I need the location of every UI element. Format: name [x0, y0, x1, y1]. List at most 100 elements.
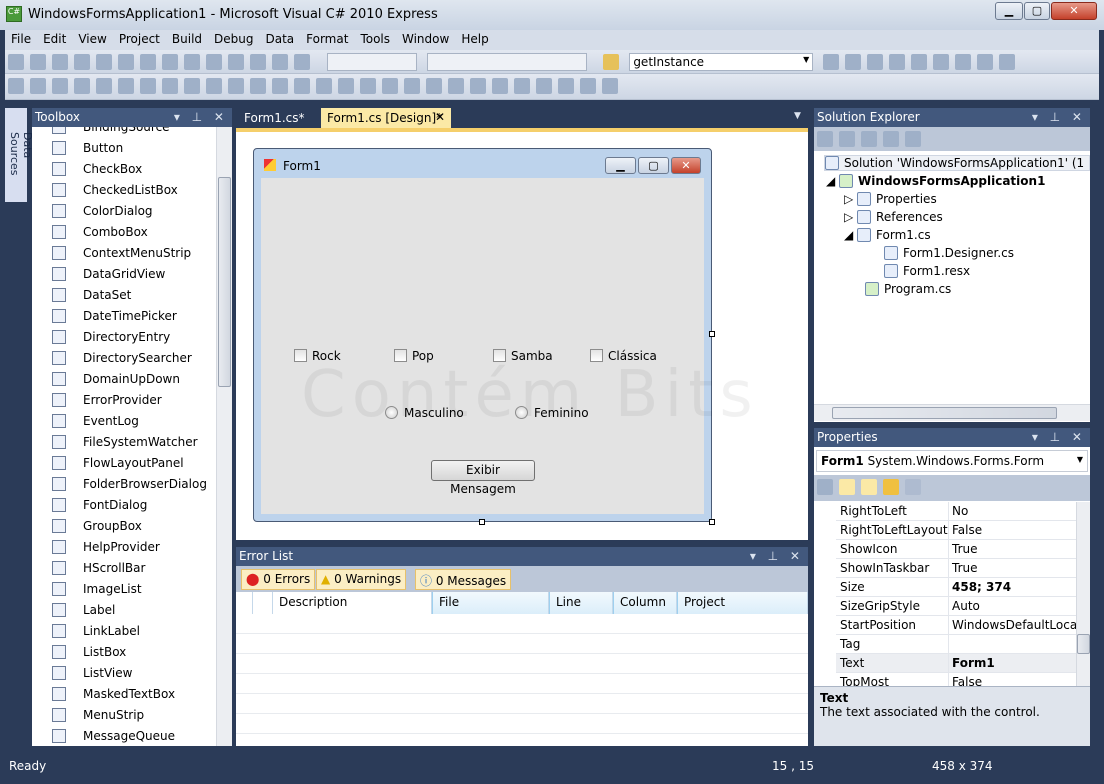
layout-icon-14[interactable]	[294, 78, 310, 94]
layout-icon-1[interactable]	[8, 78, 24, 94]
checkbox-classica[interactable]	[590, 349, 603, 362]
panel-controls[interactable]: ▾ ⊥ ✕	[1032, 430, 1086, 444]
toolbox-item-folderbrowserdialog[interactable]: FolderBrowserDialog	[32, 474, 216, 495]
column-header-icon[interactable]	[236, 592, 253, 614]
errors-filter-button[interactable]: ⬤ 0 Errors	[241, 569, 316, 590]
layout-icon-18[interactable]	[382, 78, 398, 94]
toolbox-item-flowlayoutpanel[interactable]: FlowLayoutPanel	[32, 453, 216, 474]
warnings-filter-button[interactable]: ▲ 0 Warnings	[316, 569, 407, 590]
toolbar-right-icon-2[interactable]	[845, 54, 862, 70]
toolbox-item-contextmenustrip[interactable]: ContextMenuStrip	[32, 243, 216, 264]
layout-icon-8[interactable]	[162, 78, 178, 94]
toolbar-right-icon-4[interactable]	[889, 54, 906, 70]
checkbox-pop[interactable]	[394, 349, 407, 362]
property-row-topmost[interactable]: TopMost False	[836, 673, 1076, 686]
layout-icon-2[interactable]	[30, 78, 46, 94]
property-row-tag[interactable]: Tag	[836, 635, 1076, 654]
toolbox-item-errorprovider[interactable]: ErrorProvider	[32, 390, 216, 411]
layout-icon-20[interactable]	[426, 78, 442, 94]
toolbox-item-helpprovider[interactable]: HelpProvider	[32, 537, 216, 558]
property-row-showicon[interactable]: ShowIcon True	[836, 540, 1076, 559]
toolbox-item-eventlog[interactable]: EventLog	[32, 411, 216, 432]
menu-edit[interactable]: Edit	[37, 30, 72, 46]
layout-icon-22[interactable]	[470, 78, 486, 94]
toolbar-icon-1[interactable]	[8, 54, 24, 70]
toolbox-item-groupbox[interactable]: GroupBox	[32, 516, 216, 537]
resize-handle-corner[interactable]	[709, 519, 715, 525]
toolbox-item-colordialog[interactable]: ColorDialog	[32, 201, 216, 222]
toolbar-icon-5[interactable]	[96, 54, 112, 70]
toolbar-right-icon-3[interactable]	[867, 54, 884, 70]
layout-icon-19[interactable]	[404, 78, 420, 94]
minimize-button[interactable]: ▁	[995, 2, 1023, 20]
layout-icon-28[interactable]	[602, 78, 618, 94]
menu-tools[interactable]: Tools	[354, 30, 396, 46]
toolbar-icon-8[interactable]	[162, 54, 178, 70]
panel-controls[interactable]: ▾ ⊥ ✕	[1032, 110, 1086, 124]
view-code-icon[interactable]	[883, 131, 899, 147]
toolbox-item-directorysearcher[interactable]: DirectorySearcher	[32, 348, 216, 369]
toolbox-item-menustrip[interactable]: MenuStrip	[32, 705, 216, 726]
object-selector[interactable]: Form1 System.Windows.Forms.Form ▼	[816, 450, 1088, 472]
form-close-button[interactable]: ✕	[671, 157, 701, 174]
events-icon[interactable]	[883, 479, 899, 495]
property-row-startposition[interactable]: StartPosition WindowsDefaultLocation	[836, 616, 1076, 635]
toolbox-item-imagelist[interactable]: ImageList	[32, 579, 216, 600]
property-pages-icon[interactable]	[905, 479, 921, 495]
toolbox-item-checkedlistbox[interactable]: CheckedListBox	[32, 180, 216, 201]
column-header-index[interactable]	[253, 592, 273, 614]
menu-view[interactable]: View	[72, 30, 112, 46]
property-value[interactable]: Form1	[948, 654, 1076, 672]
toolbox-item-label[interactable]: Label	[32, 600, 216, 621]
toolbox-item-listview[interactable]: ListView	[32, 663, 216, 684]
toolbox-item-combobox[interactable]: ComboBox	[32, 222, 216, 243]
property-value[interactable]: Auto	[948, 597, 1076, 615]
layout-icon-21[interactable]	[448, 78, 464, 94]
layout-icon-17[interactable]	[360, 78, 376, 94]
toolbar-icon-2[interactable]	[30, 54, 46, 70]
layout-icon-4[interactable]	[74, 78, 90, 94]
toolbox-item-linklabel[interactable]: LinkLabel	[32, 621, 216, 642]
property-value[interactable]: 458; 374	[948, 578, 1076, 596]
data-sources-tab[interactable]: Data Sources	[5, 108, 34, 202]
menu-data[interactable]: Data	[259, 30, 300, 46]
property-value[interactable]: True	[948, 559, 1076, 577]
layout-icon-11[interactable]	[228, 78, 244, 94]
toolbox-item-messagequeue[interactable]: MessageQueue	[32, 726, 216, 746]
radio-masculino[interactable]	[385, 406, 398, 419]
tree-form1-cs[interactable]: ◢ Form1.cs	[844, 228, 931, 242]
refresh-icon[interactable]	[861, 131, 877, 147]
checkbox-samba[interactable]	[493, 349, 506, 362]
toolbox-item-bindingsource[interactable]: BindingSource	[32, 127, 216, 138]
panel-controls[interactable]: ▾ ⊥ ✕	[750, 549, 804, 563]
property-value[interactable]: False	[948, 673, 1076, 686]
menu-format[interactable]: Format	[300, 30, 354, 46]
property-value[interactable]: No	[948, 502, 1076, 520]
property-value[interactable]: False	[948, 521, 1076, 539]
toolbox-item-dataset[interactable]: DataSet	[32, 285, 216, 306]
platform-combo[interactable]	[426, 53, 587, 71]
toolbox-item-filesystemwatcher[interactable]: FileSystemWatcher	[32, 432, 216, 453]
column-header-file[interactable]: File	[432, 592, 549, 614]
layout-icon-13[interactable]	[272, 78, 288, 94]
radio-feminino[interactable]	[515, 406, 528, 419]
tab-form1-cs[interactable]: Form1.cs*	[238, 108, 311, 128]
toolbox-item-fontdialog[interactable]: FontDialog	[32, 495, 216, 516]
tree-references[interactable]: ▷ References	[844, 210, 943, 224]
resize-handle-right[interactable]	[709, 331, 715, 337]
column-header-line[interactable]: Line	[549, 592, 613, 614]
tree-program-cs[interactable]: Program.cs	[865, 282, 951, 296]
toolbox-item-datetimepicker[interactable]: DateTimePicker	[32, 306, 216, 327]
toolbar-right-icon-7[interactable]	[955, 54, 972, 70]
maximize-button[interactable]: ▢	[1024, 2, 1050, 20]
form1-window[interactable]: Form1 ▁ ▢ ✕ Contém Bits Rock Pop Samba C…	[253, 148, 753, 522]
property-value[interactable]: True	[948, 540, 1076, 558]
find-combo[interactable]: getInstance ▼	[629, 53, 814, 71]
toolbar-right-icon-5[interactable]	[911, 54, 928, 70]
toolbox-item-button[interactable]: Button	[32, 138, 216, 159]
layout-icon-7[interactable]	[140, 78, 156, 94]
tree-properties[interactable]: ▷ Properties	[844, 192, 937, 206]
tab-overflow-icon[interactable]: ▼	[794, 111, 801, 121]
property-row-righttoleft[interactable]: RightToLeft No	[836, 502, 1076, 521]
menu-project[interactable]: Project	[113, 30, 166, 46]
